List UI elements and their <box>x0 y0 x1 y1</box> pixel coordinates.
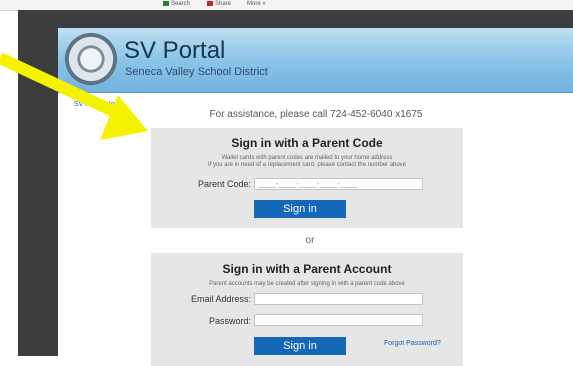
yellow-arrow-icon <box>0 52 148 140</box>
arrow-shaft <box>0 52 131 124</box>
